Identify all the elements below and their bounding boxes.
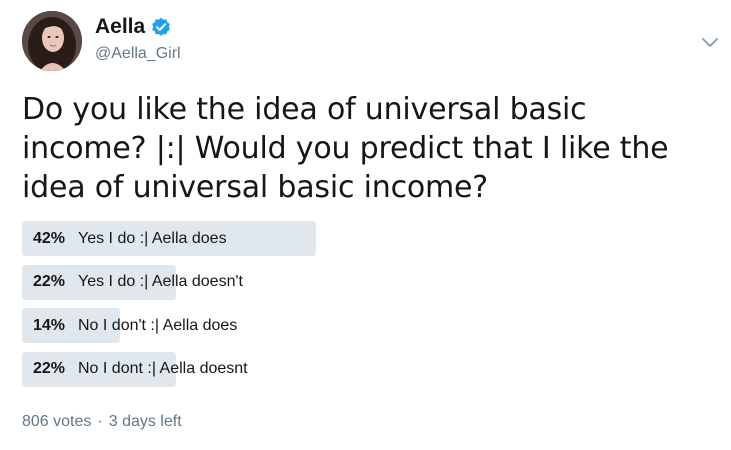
vote-count: 806 votes (22, 413, 92, 430)
poll-percent: 14% (33, 316, 66, 334)
poll-percent: 22% (33, 360, 66, 377)
poll-option: 22% Yes I do :| Aella doesn't (22, 264, 712, 300)
display-name-row: Aella (95, 14, 181, 40)
verified-badge-icon (151, 17, 171, 37)
chevron-down-icon[interactable] (700, 35, 720, 51)
poll-option: 42% Yes I do :| Aella does (22, 221, 712, 256)
poll-label: Yes I do :| Aella doesn't (78, 273, 243, 290)
poll-option: 22% No I dont :| Aella doesnt (22, 351, 712, 387)
poll-option-content: 14% No I don't :| Aella does (33, 308, 237, 343)
avatar[interactable] (22, 11, 82, 71)
tweet-card: Aella @Aella_Girl Do you like the idea o… (0, 0, 731, 450)
poll-percent: 42% (33, 229, 66, 247)
author-names: Aella @Aella_Girl (95, 14, 181, 64)
poll-label: No I don't :| Aella does (78, 316, 238, 334)
tweet-text: Do you like the idea of universal basic … (22, 92, 669, 205)
poll-option-content: 22% No I dont :| Aella doesnt (33, 352, 248, 387)
poll-label: Yes I do :| Aella does (78, 229, 227, 247)
poll-option: 14% No I don't :| Aella does (22, 308, 712, 343)
tweet-header: Aella @Aella_Girl (22, 8, 722, 78)
poll-option-content: 22% Yes I do :| Aella doesn't (33, 265, 243, 300)
poll-percent: 22% (33, 273, 66, 290)
dot-separator: · (97, 413, 103, 430)
poll-option-content: 42% Yes I do :| Aella does (33, 221, 227, 256)
time-left: 3 days left (108, 413, 182, 430)
poll-footer: 806 votes · 3 days left (22, 413, 182, 431)
display-name[interactable]: Aella (95, 14, 145, 40)
poll: 42% Yes I do :| Aella does 22% Yes I do … (22, 221, 712, 395)
poll-label: No I dont :| Aella doesnt (78, 360, 248, 377)
author-handle[interactable]: @Aella_Girl (95, 44, 181, 64)
